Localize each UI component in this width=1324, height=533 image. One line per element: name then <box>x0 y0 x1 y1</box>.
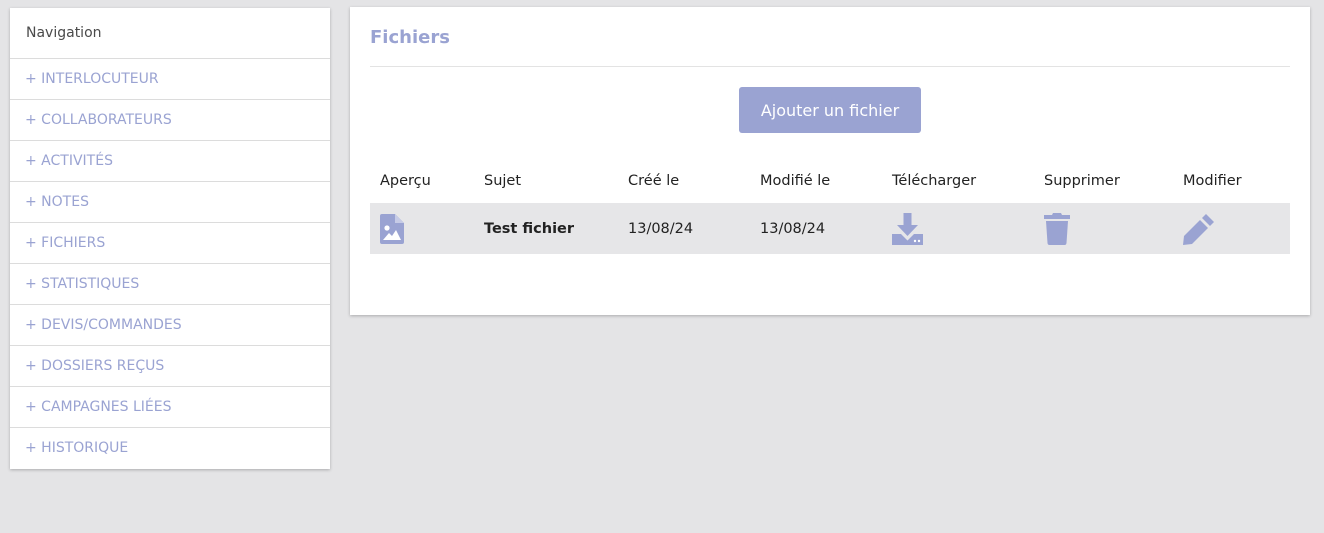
column-header-created: Créé le <box>628 173 680 189</box>
created-date-cell: 13/08/24 <box>618 203 750 254</box>
sidebar-item-interlocuteur[interactable]: + INTERLOCUTEUR <box>10 59 330 100</box>
download-cell <box>882 203 1034 254</box>
modified-date-cell: 13/08/24 <box>750 203 882 254</box>
column-header-edit: Modifier <box>1183 173 1242 189</box>
sidebar-item-dossiers-recus[interactable]: + DOSSIERS REÇUS <box>10 346 330 387</box>
sidebar-item-devis-commandes[interactable]: + DEVIS/COMMANDES <box>10 305 330 346</box>
panel-divider <box>370 66 1290 67</box>
sidebar-item-fichiers[interactable]: + FICHIERS <box>10 223 330 264</box>
column-header-subject: Sujet <box>484 173 522 189</box>
table-header-row: Aperçu Sujet Créé le Modifié le Téléchar… <box>370 159 1290 203</box>
files-table: Aperçu Sujet Créé le Modifié le Téléchar… <box>370 159 1290 254</box>
column-header-delete: Supprimer <box>1044 173 1120 189</box>
trash-icon[interactable] <box>1044 212 1070 245</box>
navigation-sidebar: Navigation + INTERLOCUTEUR + COLLABORATE… <box>10 8 330 469</box>
sidebar-item-activites[interactable]: + ACTIVITÉS <box>10 141 330 182</box>
delete-cell <box>1034 203 1173 254</box>
sidebar-item-statistiques[interactable]: + STATISTIQUES <box>10 264 330 305</box>
table-row: Test fichier 13/08/24 13/08/24 <box>370 203 1290 254</box>
column-header-download: Télécharger <box>892 173 977 189</box>
sidebar-item-campagnes-liees[interactable]: + CAMPAGNES LIÉES <box>10 387 330 428</box>
panel-title: Fichiers <box>370 27 450 48</box>
download-icon[interactable] <box>892 212 923 245</box>
subject-cell: Test fichier <box>474 203 618 254</box>
sidebar-title: Navigation <box>10 8 330 59</box>
edit-cell <box>1173 203 1290 254</box>
image-file-icon[interactable] <box>380 213 404 244</box>
sidebar-item-historique[interactable]: + HISTORIQUE <box>10 428 330 469</box>
column-header-preview: Aperçu <box>380 173 431 189</box>
preview-cell <box>370 203 474 254</box>
files-panel: Fichiers Ajouter un fichier Aperçu Sujet… <box>350 7 1310 315</box>
add-file-button[interactable]: Ajouter un fichier <box>739 87 921 133</box>
pencil-icon[interactable] <box>1183 213 1215 245</box>
column-header-modified: Modifié le <box>760 173 831 189</box>
sidebar-item-collaborateurs[interactable]: + COLLABORATEURS <box>10 100 330 141</box>
sidebar-item-notes[interactable]: + NOTES <box>10 182 330 223</box>
